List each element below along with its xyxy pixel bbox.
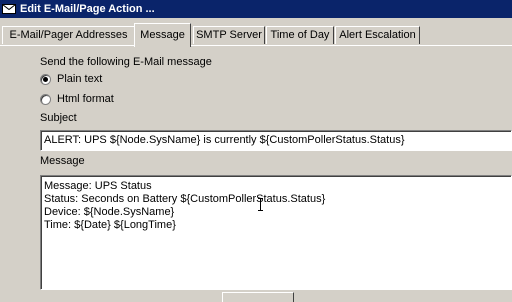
radio-html-format-label: Html format (57, 93, 114, 105)
message-line: Device: ${Node.SysName} (44, 206, 175, 218)
message-line: Status: Seconds on Battery ${CustomPolle… (44, 193, 326, 205)
tab-alert-escalation[interactable]: Alert Escalation (335, 26, 420, 44)
message-line: Time: ${Date} ${LongTime} (44, 219, 176, 231)
send-message-label: Send the following E-Mail message (40, 56, 212, 68)
message-body: Message: UPS Status Status: Seconds on B… (44, 180, 325, 232)
radio-selected-dot (43, 76, 48, 82)
message-label: Message (40, 155, 85, 167)
message-line: Message: UPS Status (44, 180, 152, 192)
radio-plain-text-label: Plain text (57, 73, 103, 85)
message-textarea[interactable]: Message: UPS Status Status: Seconds on B… (40, 175, 512, 290)
subject-value: ALERT: UPS ${Node.SysName} is currently … (44, 134, 405, 146)
bottom-button[interactable] (222, 292, 294, 302)
subject-label: Subject (40, 112, 77, 124)
radio-button[interactable] (40, 93, 51, 105)
window-title: Edit E-Mail/Page Action ... (20, 3, 155, 15)
radio-plain-text[interactable]: Plain text (40, 73, 102, 85)
window-titlebar: Edit E-Mail/Page Action ... (0, 0, 512, 18)
subject-input[interactable]: ALERT: UPS ${Node.SysName} is currently … (40, 130, 512, 151)
tab-email-pager-addresses[interactable]: E-Mail/Pager Addresses (2, 26, 135, 44)
radio-html-format[interactable]: Html format (40, 93, 114, 105)
tab-strip: E-Mail/Pager Addresses Message SMTP Serv… (0, 18, 512, 47)
tab-time-of-day[interactable]: Time of Day (266, 26, 334, 44)
text-cursor-icon (257, 198, 264, 214)
tab-message[interactable]: Message (134, 23, 191, 47)
envelope-icon (2, 4, 16, 15)
tab-smtp-server[interactable]: SMTP Server (193, 26, 265, 44)
radio-button[interactable] (40, 73, 51, 85)
